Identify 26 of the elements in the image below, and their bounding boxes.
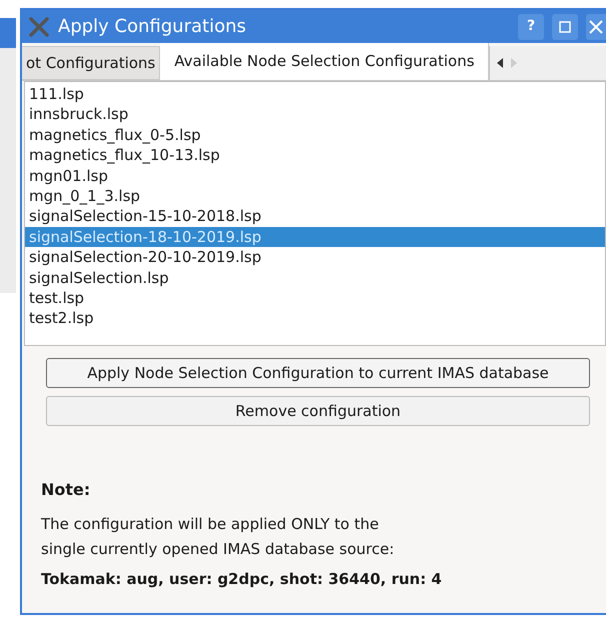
source-info: Tokamak: aug, user: g2dpc, shot: 36440, run: 4	[41, 569, 443, 590]
remove-button[interactable]: Remove configuration	[46, 396, 590, 426]
file-item[interactable]: signalSelection-20-10-2019.lsp	[25, 247, 605, 268]
tab[interactable]: ot Configurations	[22, 46, 160, 80]
scroll-left-icon[interactable]	[496, 58, 504, 68]
file-item[interactable]: signalSelection-15-10-2018.lsp	[25, 206, 605, 227]
close-button[interactable]	[586, 14, 606, 40]
file-item[interactable]: mgn01.lsp	[25, 166, 605, 186]
file-item[interactable]: test2.lsp	[25, 308, 605, 329]
file-item[interactable]: magnetics_flux_0-5.lsp	[25, 124, 605, 146]
file-item[interactable]: 111.lsp	[25, 84, 605, 104]
note-title: Note:	[41, 479, 92, 501]
file-item[interactable]: test.lsp	[25, 288, 605, 308]
note-text: single currently opened IMAS database source:	[41, 539, 396, 560]
maximize-icon	[559, 20, 571, 32]
x-logo-icon	[28, 16, 50, 38]
file-item[interactable]: mgn_0_1_3.lsp	[25, 186, 605, 206]
file-item[interactable]: innsbruck.lsp	[25, 104, 605, 125]
file-item[interactable]: signalSelection.lsp	[25, 268, 605, 288]
tab[interactable]: Available Node Selection Configurations	[160, 43, 490, 80]
window-title: Apply Configurations	[58, 15, 246, 39]
file-item[interactable]: magnetics_flux_10-13.lsp	[25, 145, 605, 166]
close-icon	[589, 20, 603, 34]
note-text: The configuration will be applied ONLY to the	[41, 514, 380, 535]
apply-button[interactable]: Apply Node Selection Configuration to current IMAS database	[46, 358, 590, 388]
maximize-button[interactable]	[552, 14, 578, 40]
